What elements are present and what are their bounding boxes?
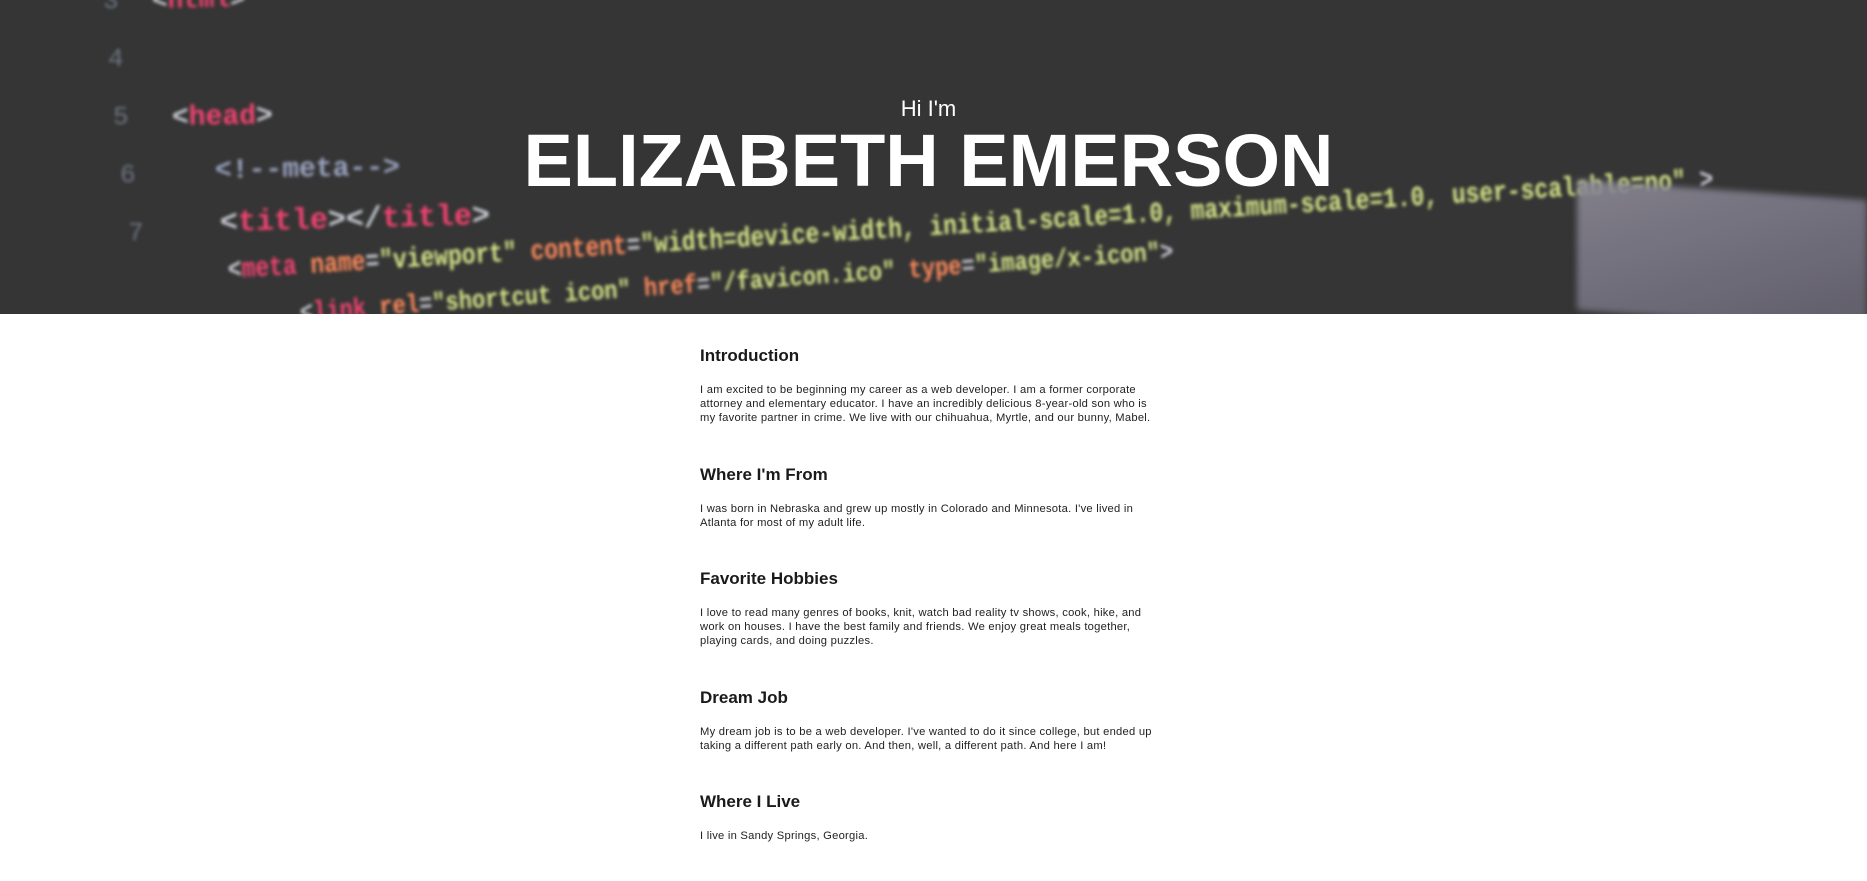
code-token: < [151, 0, 168, 16]
code-line: <html> [152, 0, 246, 16]
code-token: meta [240, 250, 312, 287]
code-token: title [381, 200, 473, 237]
line-number: 7 [128, 218, 144, 248]
code-token: type [907, 251, 963, 286]
section-body: I was born in Nebraska and grew up mostl… [700, 502, 1134, 529]
code-token: > [1158, 236, 1175, 268]
code-token: "image/x-icon" [973, 237, 1162, 281]
section-title: Dream Job [700, 687, 788, 707]
code-token: < [219, 206, 239, 241]
section-body: My dream job is to be a web developer. I… [700, 725, 1152, 752]
hero-banner: 3 4 5 6 7 <html> <head> <!--meta--> <tit… [0, 0, 1867, 314]
line-number: 3 [103, 0, 119, 16]
section-body: I am excited to be beginning my career a… [700, 384, 1151, 425]
code-token: content [529, 231, 628, 269]
code-token: link [312, 292, 381, 314]
line-number: 4 [108, 44, 124, 74]
code-token: > [471, 199, 491, 235]
code-token: "shortcut icon" [431, 273, 646, 314]
hero-name: ELIZABETH EMERSON [523, 119, 1334, 202]
section-dream-job: Dream Job My dream job is to be a web de… [700, 687, 1162, 753]
code-token: name [309, 247, 367, 282]
section-body: I love to read many genres of books, kni… [700, 607, 1142, 648]
code-token: > [230, 0, 246, 15]
section-title: Introduction [700, 346, 800, 365]
code-token: "/favicon.ico" [709, 255, 910, 300]
code-token: rel [378, 289, 421, 314]
code-token: href [642, 270, 698, 304]
section-title: Favorite Hobbies [700, 569, 838, 589]
code-token: title [237, 204, 329, 241]
section-where-live: Where I Live I live in Sandy Springs, Ge… [700, 791, 1162, 843]
code-token: html [167, 0, 231, 16]
section-body: I live in Sandy Springs, Georgia. [700, 830, 869, 843]
section-title: Where I'm From [700, 464, 828, 484]
hero-heading: Hi I'm ELIZABETH EMERSON [0, 96, 1867, 200]
code-line: <title></title> [220, 200, 491, 241]
section-where-from: Where I'm From I was born in Nebraska an… [700, 464, 1162, 530]
code-token: ></ [327, 202, 383, 239]
section-introduction: Introduction I am excited to be beginnin… [700, 345, 1162, 426]
section-title: Where I Live [700, 792, 801, 812]
section-hobbies: Favorite Hobbies I love to read many gen… [700, 568, 1162, 649]
code-token: "viewport" [378, 237, 532, 278]
main-content: Introduction I am excited to be beginnin… [700, 345, 1162, 881]
